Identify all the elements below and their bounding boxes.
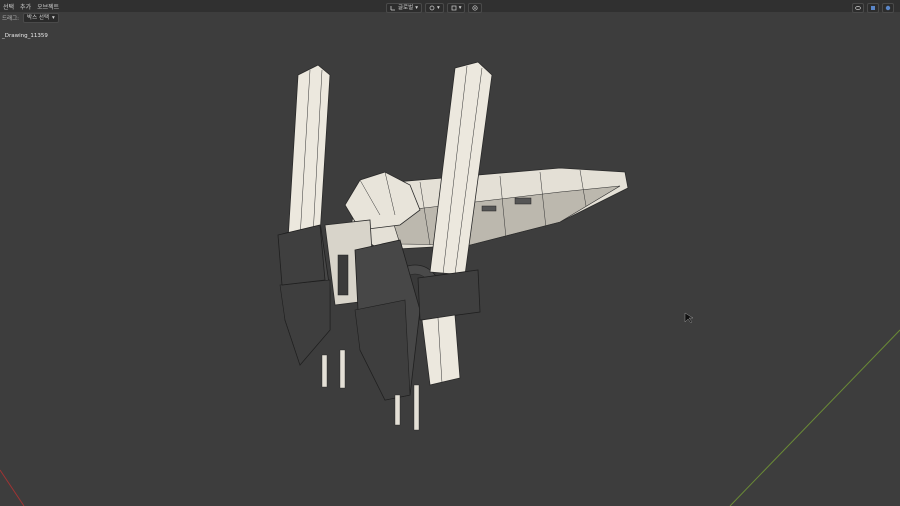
snap-icon xyxy=(451,5,457,11)
transform-tools: 글로벌 ▾ ▾ ▾ xyxy=(386,3,483,13)
snap-toggle[interactable]: ▾ xyxy=(446,3,466,13)
select-box-dropdown[interactable]: 박스 선택 ▾ xyxy=(23,13,59,23)
mesh-right-pillar xyxy=(429,61,493,276)
drag-label: 드래그: xyxy=(2,16,20,22)
chevron-down-icon: ▾ xyxy=(52,15,55,21)
viewport-header: 선택 추가 오브젝트 글로벌 ▾ ▾ ▾ xyxy=(0,0,900,13)
cursor-icon xyxy=(684,312,694,324)
3d-viewport[interactable] xyxy=(0,24,900,506)
mesh-model[interactable] xyxy=(277,61,629,431)
pivot-dropdown[interactable]: ▾ xyxy=(424,3,444,13)
chevron-down-icon: ▾ xyxy=(458,5,462,11)
select-box-label: 박스 선택 xyxy=(27,15,50,21)
chevron-down-icon: ▾ xyxy=(436,5,440,11)
orientation-dropdown[interactable]: 글로벌 ▾ xyxy=(386,3,422,13)
mesh-left-pillar xyxy=(287,64,331,241)
orientation-icon xyxy=(390,6,395,11)
y-axis-line xyxy=(729,329,900,506)
orientation-label: 글로벌 xyxy=(398,5,414,11)
tool-settings: 드래그: 박스 선택 ▾ xyxy=(0,13,59,23)
header-menu: 선택 추가 오브젝트 xyxy=(3,2,59,11)
view-icon xyxy=(855,6,861,10)
menu-select[interactable]: 선택 xyxy=(3,2,14,11)
menu-object[interactable]: 오브젝트 xyxy=(37,2,59,11)
gizmo-icon xyxy=(871,6,875,10)
x-axis-line xyxy=(0,469,25,506)
menu-add[interactable]: 추가 xyxy=(20,2,31,11)
overlay-icon xyxy=(885,5,891,11)
mesh-right-cylinder xyxy=(421,314,461,386)
proportional-toggle[interactable] xyxy=(468,3,483,13)
proportional-icon xyxy=(472,5,479,11)
viewport-right-tools xyxy=(852,3,894,13)
mesh-left-clamp xyxy=(277,224,326,286)
overlay-toggle[interactable] xyxy=(882,3,894,13)
chevron-down-icon: ▾ xyxy=(415,5,418,11)
view-toggle[interactable] xyxy=(852,3,864,13)
pivot-icon xyxy=(429,5,435,11)
mesh-right-clamp xyxy=(417,269,481,321)
gizmo-toggle[interactable] xyxy=(867,3,879,13)
